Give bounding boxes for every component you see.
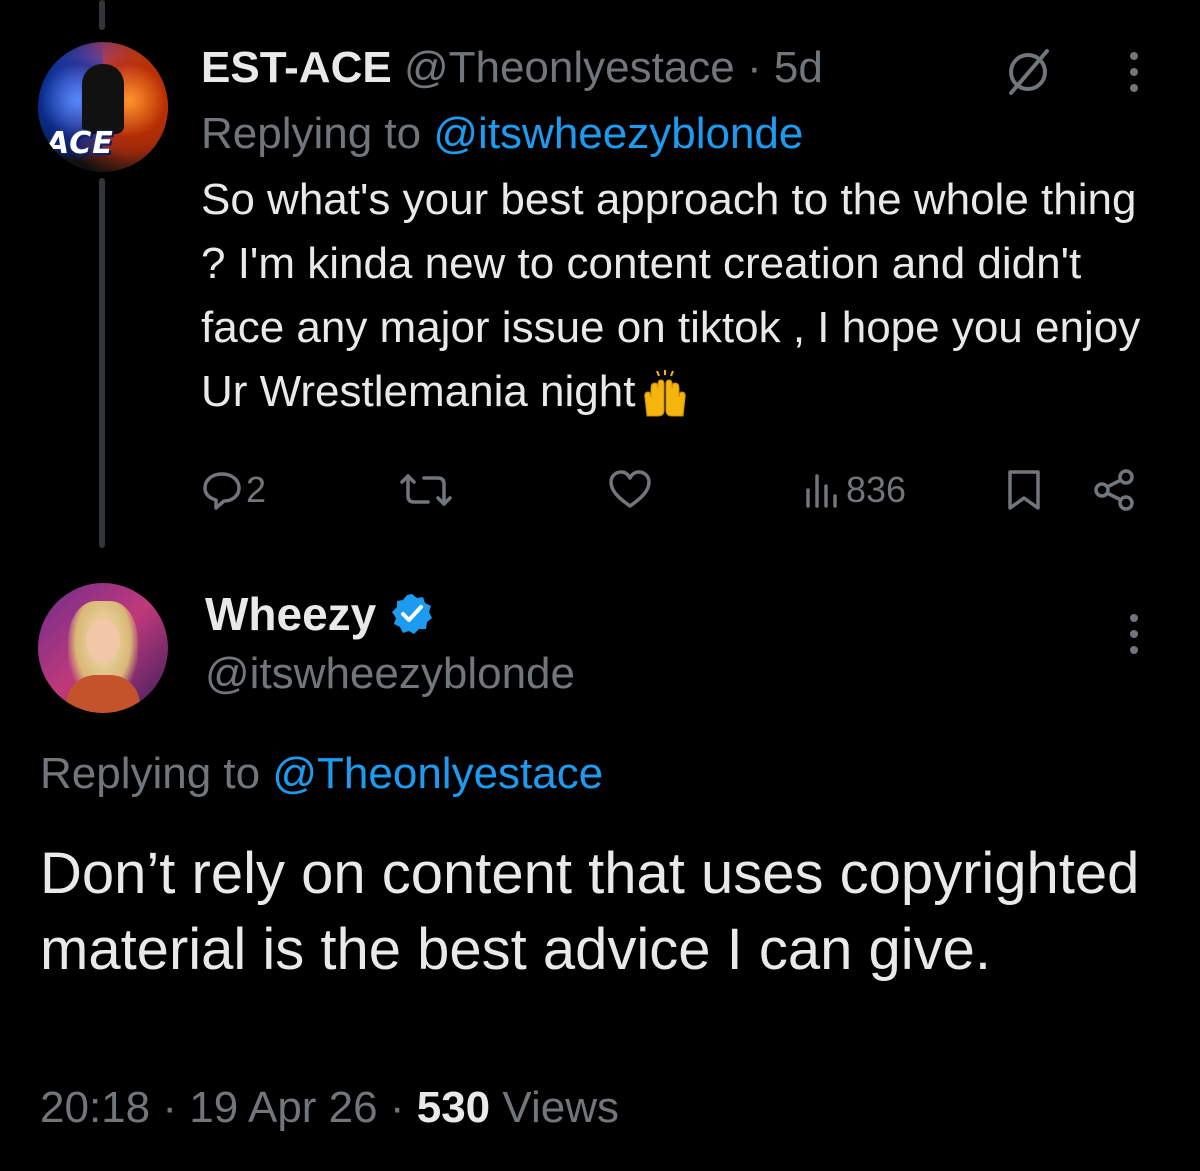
tweet-time[interactable]: 5d bbox=[774, 43, 823, 92]
tweet-est-ace[interactable]: EST-ACE @Theonlyestace · 5d Replying to … bbox=[201, 40, 1161, 424]
views-count[interactable]: 530 bbox=[417, 1083, 490, 1132]
separator-dot: · bbox=[747, 43, 762, 92]
replying-to-handle-link[interactable]: @Theonlyestace bbox=[272, 749, 603, 798]
tweet-text: So what's your best approach to the whol… bbox=[201, 168, 1161, 424]
avatar-ace-logo-text: ACE bbox=[46, 126, 114, 161]
replying-to-label: Replying to bbox=[40, 749, 261, 798]
retweet-icon bbox=[396, 468, 456, 512]
tweet-meta: 20:18 · 19 Apr 26 · 530 Views bbox=[40, 1080, 619, 1136]
views-label: Views bbox=[502, 1083, 619, 1132]
tweet-text: Don’t rely on content that uses copyrigh… bbox=[40, 841, 1140, 982]
bookmark-icon bbox=[1004, 468, 1044, 512]
display-name[interactable]: Wheezy bbox=[205, 586, 376, 642]
thread-line-connector bbox=[99, 178, 105, 548]
avatar-figure bbox=[82, 64, 124, 134]
share-icon bbox=[1092, 468, 1138, 512]
reply-icon bbox=[200, 468, 244, 512]
tweet-time[interactable]: 20:18 bbox=[40, 1083, 150, 1132]
more-options-icon[interactable] bbox=[1122, 612, 1146, 656]
tweet-header-wheezy: Wheezy @itswheezyblonde bbox=[205, 586, 575, 702]
like-button[interactable] bbox=[607, 466, 653, 514]
display-name-row: Wheezy bbox=[205, 586, 575, 642]
separator-dot: · bbox=[162, 1083, 177, 1132]
retweet-button[interactable] bbox=[396, 466, 456, 514]
reply-count: 2 bbox=[246, 469, 267, 510]
views-button[interactable]: 836 bbox=[800, 466, 906, 514]
grok-icon[interactable] bbox=[1003, 47, 1053, 97]
views-chart-icon bbox=[800, 468, 844, 512]
reply-button[interactable]: 2 bbox=[200, 466, 266, 514]
user-handle[interactable]: @Theonlyestace bbox=[404, 43, 735, 92]
more-options-icon[interactable] bbox=[1122, 50, 1146, 94]
replying-to: Replying to @Theonlyestace bbox=[40, 746, 603, 802]
bookmark-button[interactable] bbox=[1004, 466, 1044, 514]
raising-hands-emoji-icon bbox=[639, 370, 691, 418]
verified-badge-icon[interactable] bbox=[390, 592, 434, 636]
wheezy-avatar[interactable] bbox=[38, 583, 168, 713]
views-count: 836 bbox=[846, 469, 907, 510]
replying-to-label: Replying to bbox=[201, 109, 422, 158]
avatar-face bbox=[86, 619, 120, 663]
tweet-date[interactable]: 19 Apr 26 bbox=[189, 1083, 377, 1132]
est-ace-avatar[interactable]: ACE bbox=[38, 42, 168, 172]
heart-icon bbox=[607, 468, 653, 512]
share-button[interactable] bbox=[1092, 466, 1138, 514]
replying-to-handle-link[interactable]: @itswheezyblonde bbox=[433, 109, 803, 158]
separator-dot: · bbox=[389, 1083, 405, 1132]
thread-line-top bbox=[99, 0, 105, 30]
replying-to: Replying to @itswheezyblonde bbox=[201, 106, 1161, 162]
user-handle[interactable]: @itswheezyblonde bbox=[205, 646, 575, 702]
display-name[interactable]: EST-ACE bbox=[201, 43, 392, 92]
